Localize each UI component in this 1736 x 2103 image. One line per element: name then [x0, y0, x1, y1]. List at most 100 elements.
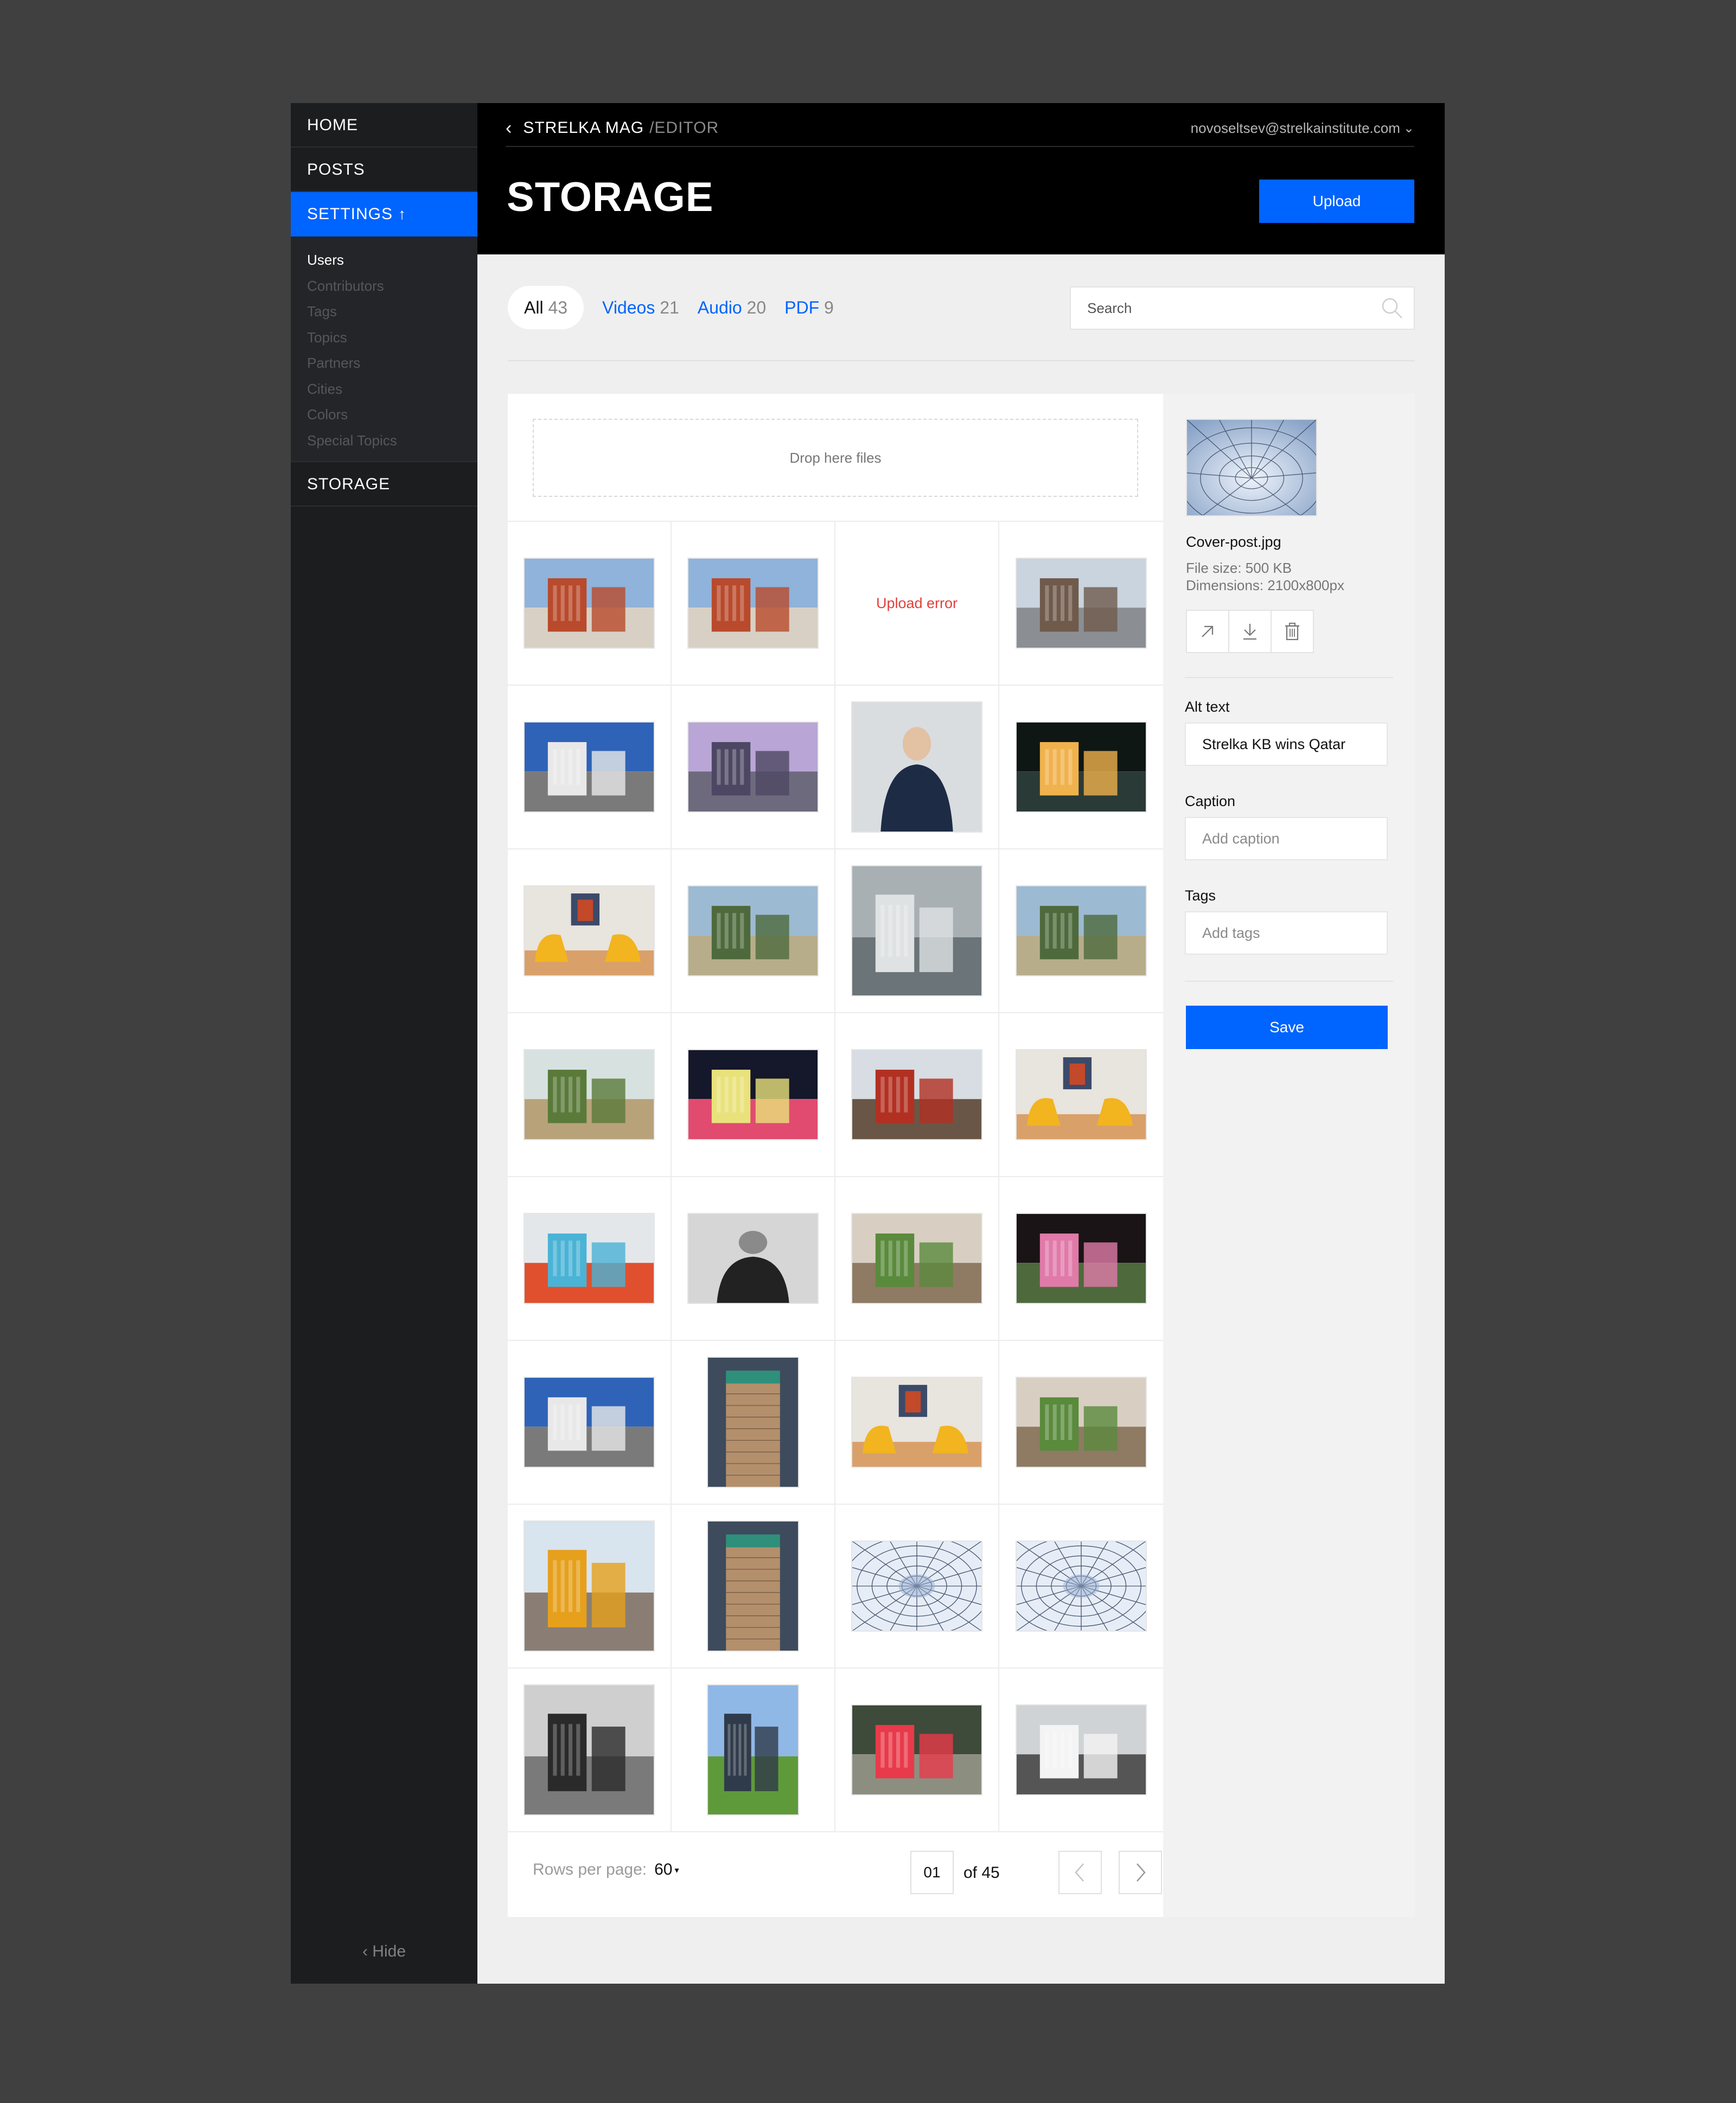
tab-pdf-label: PDF [784, 297, 820, 317]
caption-input[interactable] [1185, 817, 1388, 860]
media-tile[interactable] [835, 1669, 999, 1832]
tags-input[interactable] [1185, 911, 1388, 955]
subnav-partners[interactable]: Partners [291, 350, 477, 376]
media-tile[interactable] [672, 522, 835, 686]
tab-audio-count: 20 [746, 297, 767, 317]
media-tile[interactable] [999, 1505, 1163, 1669]
media-tile[interactable] [672, 686, 835, 849]
next-page-button[interactable] [1119, 1851, 1162, 1894]
media-tile[interactable] [835, 686, 999, 849]
subnav-tags[interactable]: Tags [291, 299, 477, 325]
subnav-colors[interactable]: Colors [291, 402, 477, 428]
rows-per-page-label: Rows per page: [533, 1861, 647, 1878]
media-thumbnail [524, 1684, 655, 1816]
media-tile[interactable] [835, 1177, 999, 1341]
media-tile[interactable] [999, 686, 1163, 849]
filter-tabs: All 43 Videos 21 Audio 20 PDF 9 [508, 285, 834, 330]
media-tile[interactable] [672, 1341, 835, 1505]
trash-icon [1285, 623, 1299, 641]
subnav-contributors[interactable]: Contributors [291, 273, 477, 299]
download-button[interactable] [1228, 610, 1272, 653]
media-thumbnail [524, 885, 655, 976]
media-tile[interactable] [999, 1177, 1163, 1341]
media-thumbnail [687, 558, 819, 649]
subnav-special-topics[interactable]: Special Topics [291, 428, 477, 454]
media-tile[interactable] [835, 1013, 999, 1177]
hide-sidebar-button[interactable]: ‹ Hide [291, 1942, 477, 1961]
page-title: STORAGE [507, 174, 714, 220]
media-tile[interactable] [999, 849, 1163, 1013]
media-tile[interactable] [508, 1013, 672, 1177]
media-tile[interactable] [835, 849, 999, 1013]
tab-videos[interactable]: Videos 21 [602, 298, 679, 318]
media-thumbnail [851, 1704, 982, 1795]
media-thumbnail [851, 1213, 982, 1304]
delete-button[interactable] [1271, 610, 1314, 653]
prev-page-button[interactable] [1058, 1851, 1102, 1894]
media-thumbnail [1016, 721, 1147, 813]
caret-down-icon: ▾ [674, 1866, 679, 1876]
media-tile[interactable] [999, 522, 1163, 686]
breadcrumb-app[interactable]: STRELKA MAG [523, 119, 644, 137]
media-tile[interactable] [672, 1013, 835, 1177]
upload-button[interactable]: Upload [1259, 180, 1414, 223]
save-button[interactable]: Save [1186, 1006, 1388, 1049]
user-menu[interactable]: novoseltsev@strelkainstitute.com ⌄ [1191, 114, 1414, 142]
media-thumbnail [1016, 1213, 1147, 1304]
media-tile[interactable] [999, 1669, 1163, 1832]
media-tile[interactable] [999, 1013, 1163, 1177]
media-tile[interactable] [672, 1669, 835, 1832]
app-frame: HOME POSTS SETTINGS ↑ Users Contributors … [291, 103, 1445, 1984]
tab-audio-label: Audio [697, 297, 742, 317]
page-number-input[interactable] [910, 1851, 954, 1894]
tab-videos-label: Videos [602, 297, 655, 317]
media-tile[interactable] [508, 686, 672, 849]
media-thumbnail [687, 1049, 819, 1140]
nav-settings-label: SETTINGS [307, 205, 393, 223]
nav-storage[interactable]: STORAGE [291, 462, 477, 507]
media-thumbnail [524, 1049, 655, 1140]
media-thumbnail [1016, 558, 1147, 649]
rows-per-page-select[interactable]: 60 ▾ [654, 1861, 679, 1878]
search-icon[interactable] [1370, 286, 1414, 330]
media-thumbnail [707, 1357, 799, 1488]
media-tile[interactable] [835, 1505, 999, 1669]
media-tile[interactable]: Upload error [835, 522, 999, 686]
media-tile[interactable] [508, 1341, 672, 1505]
settings-subnav: Users Contributors Tags Topics Partners … [291, 236, 477, 462]
dropzone[interactable]: Drop here files [533, 419, 1138, 497]
back-chevron-icon[interactable]: ‹ [506, 118, 512, 139]
pagination: Rows per page: 60▾ of 45 [508, 1830, 1163, 1917]
media-tile[interactable] [999, 1341, 1163, 1505]
upload-error-label: Upload error [876, 595, 958, 611]
media-tile[interactable] [672, 849, 835, 1013]
subnav-topics[interactable]: Topics [291, 325, 477, 351]
media-thumbnail [524, 1213, 655, 1304]
search-box [1070, 286, 1415, 330]
media-tile[interactable] [508, 1177, 672, 1341]
caption-label: Caption [1185, 793, 1236, 809]
search-input[interactable] [1071, 287, 1370, 329]
open-file-button[interactable] [1186, 610, 1229, 653]
media-tile[interactable] [672, 1505, 835, 1669]
media-tile[interactable] [508, 1505, 672, 1669]
subnav-users[interactable]: Users [291, 247, 477, 273]
subnav-cities[interactable]: Cities [291, 376, 477, 402]
nav-posts[interactable]: POSTS [291, 148, 477, 192]
media-thumbnail [851, 701, 982, 833]
media-tile[interactable] [508, 1669, 672, 1832]
media-thumbnail [687, 721, 819, 813]
media-tile[interactable] [672, 1177, 835, 1341]
media-tile[interactable] [508, 849, 672, 1013]
media-grid: Upload error [508, 521, 1163, 1832]
media-tile[interactable] [835, 1341, 999, 1505]
tab-audio[interactable]: Audio 20 [698, 298, 766, 318]
media-tile[interactable] [508, 522, 672, 686]
nav-home[interactable]: HOME [291, 103, 477, 148]
alt-text-input[interactable] [1185, 723, 1388, 766]
file-name: Cover-post.jpg [1186, 534, 1281, 550]
media-thumbnail [1016, 1704, 1147, 1795]
tab-pdf[interactable]: PDF 9 [784, 298, 834, 318]
nav-settings[interactable]: SETTINGS ↑ [291, 192, 477, 236]
tab-all[interactable]: All 43 [508, 286, 584, 329]
